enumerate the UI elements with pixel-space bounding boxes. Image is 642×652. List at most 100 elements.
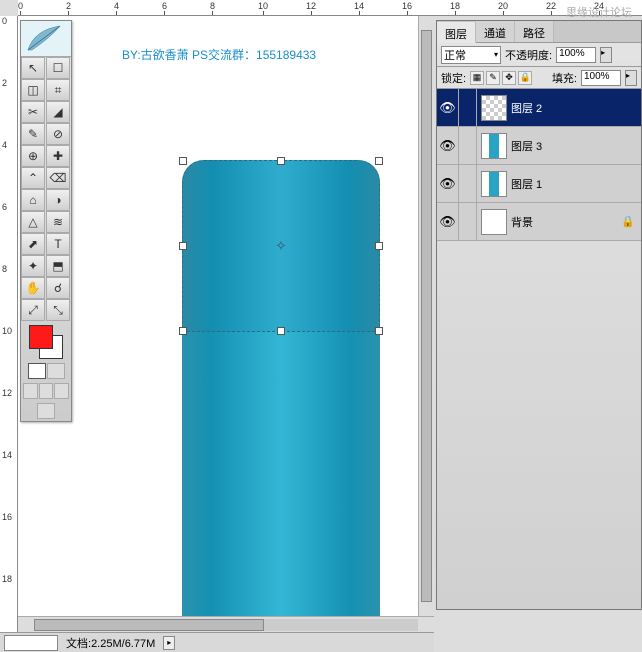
layer-thumbnail[interactable]	[481, 209, 507, 235]
transform-handle-top-left[interactable]	[179, 157, 187, 165]
standard-mode-button[interactable]	[28, 363, 46, 379]
tool-2[interactable]: ◫	[21, 79, 45, 101]
opacity-input[interactable]: 100%	[556, 47, 596, 63]
visibility-toggle[interactable]: 👁	[437, 165, 459, 202]
layer-options-row: 正常 ▾ 不透明度: 100% ▸	[437, 43, 641, 67]
feather-icon	[26, 24, 66, 54]
canvas-area[interactable]: BY:古欲香萧 PS交流群：155189433 ✧	[18, 16, 434, 632]
transform-center-icon: ✧	[275, 238, 287, 255]
horizontal-scrollbar-track[interactable]	[34, 619, 418, 631]
ruler-v-mark: 18	[2, 574, 12, 584]
screen-mode-full[interactable]	[54, 383, 69, 399]
layer-thumbnail[interactable]	[481, 171, 507, 197]
tool-17[interactable]: T	[46, 233, 70, 255]
fill-arrow-button[interactable]: ▸	[625, 70, 637, 86]
tool-14[interactable]: △	[21, 211, 45, 233]
chevron-down-icon: ▾	[494, 50, 498, 59]
tool-9[interactable]: ✚	[46, 145, 70, 167]
transform-handle-bottom-left[interactable]	[179, 327, 187, 335]
ruler-h-mark: 20	[498, 0, 508, 15]
layers-panel: 图层 通道 路径 正常 ▾ 不透明度: 100% ▸ 锁定: ▦ ✎ ✥ 🔒 填…	[436, 20, 642, 610]
transform-handle-top-right[interactable]	[375, 157, 383, 165]
zoom-input[interactable]	[4, 635, 58, 651]
tool-15[interactable]: ≋	[46, 211, 70, 233]
layer-row-1[interactable]: 👁 图层 3	[437, 127, 641, 165]
ruler-h-mark: 22	[546, 0, 556, 15]
ruler-h-mark: 2	[66, 0, 71, 15]
transform-handle-top-mid[interactable]	[277, 157, 285, 165]
tool-6[interactable]: ✎	[21, 123, 45, 145]
tool-7[interactable]: ⊘	[46, 123, 70, 145]
vertical-scrollbar[interactable]	[418, 16, 434, 616]
tool-18[interactable]: ✦	[21, 255, 45, 277]
foreground-color-swatch[interactable]	[29, 325, 53, 349]
ruler-v-mark: 2	[2, 78, 7, 88]
blend-mode-value: 正常	[444, 47, 466, 63]
ruler-v-mark: 8	[2, 264, 7, 274]
horizontal-scrollbar[interactable]	[18, 616, 434, 632]
layer-thumbnail[interactable]	[481, 95, 507, 121]
layer-name-label: 图层 3	[511, 138, 641, 154]
tab-channels[interactable]: 通道	[476, 21, 515, 42]
quickmask-mode-button[interactable]	[47, 363, 65, 379]
tool-23[interactable]: ⤡	[46, 299, 70, 321]
blend-mode-select[interactable]: 正常 ▾	[441, 46, 501, 64]
tool-0[interactable]: ↖	[21, 57, 45, 79]
tool-1[interactable]: ☐	[46, 57, 70, 79]
link-column[interactable]	[459, 127, 477, 164]
tool-13[interactable]: ◑	[46, 189, 70, 211]
tool-16[interactable]: ⬈	[21, 233, 45, 255]
transform-handle-mid-right[interactable]	[375, 242, 383, 250]
layer-row-0[interactable]: 👁 图层 2	[437, 89, 641, 127]
ruler-v-mark: 12	[2, 388, 12, 398]
transform-handle-mid-left[interactable]	[179, 242, 187, 250]
lock-pixels-icon[interactable]: ✎	[486, 71, 500, 85]
tab-paths[interactable]: 路径	[515, 21, 554, 42]
tool-3[interactable]: ⌗	[46, 79, 70, 101]
layer-name-label: 图层 2	[511, 100, 641, 116]
link-column[interactable]	[459, 203, 477, 240]
tool-11[interactable]: ⌫	[46, 167, 70, 189]
fill-label: 填充:	[552, 70, 577, 86]
tool-19[interactable]: ⬒	[46, 255, 70, 277]
layer-row-3[interactable]: 👁背景🔒	[437, 203, 641, 241]
visibility-toggle[interactable]: 👁	[437, 127, 459, 164]
jump-to-imageready-button[interactable]	[37, 403, 55, 419]
ruler-h-mark: 6	[162, 0, 167, 15]
artwork-cylinder-top-selected[interactable]: ✧	[182, 160, 380, 332]
layer-list: 👁 图层 2 👁 图层 3 👁图层 1👁背景🔒	[437, 89, 641, 241]
document-info-menu-button[interactable]: ▸	[163, 636, 175, 650]
lock-position-icon[interactable]: ✥	[502, 71, 516, 85]
screen-mode-full-menubar[interactable]	[39, 383, 54, 399]
lock-all-icon[interactable]: 🔒	[518, 71, 532, 85]
tool-22[interactable]: ⤢	[21, 299, 45, 321]
ruler-v-mark: 10	[2, 326, 12, 336]
opacity-arrow-button[interactable]: ▸	[600, 47, 612, 63]
lock-icon: 🔒	[621, 215, 635, 228]
tool-20[interactable]: ✋	[21, 277, 45, 299]
fill-input[interactable]: 100%	[581, 70, 621, 86]
link-column[interactable]	[459, 165, 477, 202]
tool-grid: ↖☐◫⌗✂◢✎⊘⊕✚⌃⌫⌂◑△≋⬈T✦⬒✋☌⤢⤡	[21, 57, 71, 321]
tool-4[interactable]: ✂	[21, 101, 45, 123]
toolbox-panel: ↖☐◫⌗✂◢✎⊘⊕✚⌃⌫⌂◑△≋⬈T✦⬒✋☌⤢⤡	[20, 20, 72, 422]
lock-transparency-icon[interactable]: ▦	[470, 71, 484, 85]
horizontal-scrollbar-thumb[interactable]	[34, 619, 264, 631]
visibility-toggle[interactable]: 👁	[437, 203, 459, 240]
layer-thumbnail[interactable]	[481, 133, 507, 159]
tool-12[interactable]: ⌂	[21, 189, 45, 211]
visibility-toggle[interactable]: 👁	[437, 89, 459, 126]
vertical-scrollbar-thumb[interactable]	[421, 30, 432, 602]
transform-handle-bottom-right[interactable]	[375, 327, 383, 335]
layer-row-2[interactable]: 👁图层 1	[437, 165, 641, 203]
ruler-vertical: 024681012141618	[0, 16, 18, 632]
tab-layers[interactable]: 图层	[437, 22, 476, 43]
tool-21[interactable]: ☌	[46, 277, 70, 299]
opacity-label: 不透明度:	[505, 47, 552, 63]
transform-handle-bottom-mid[interactable]	[277, 327, 285, 335]
tool-5[interactable]: ◢	[46, 101, 70, 123]
tool-8[interactable]: ⊕	[21, 145, 45, 167]
tool-10[interactable]: ⌃	[21, 167, 45, 189]
link-column[interactable]	[459, 89, 477, 126]
screen-mode-standard[interactable]	[23, 383, 38, 399]
